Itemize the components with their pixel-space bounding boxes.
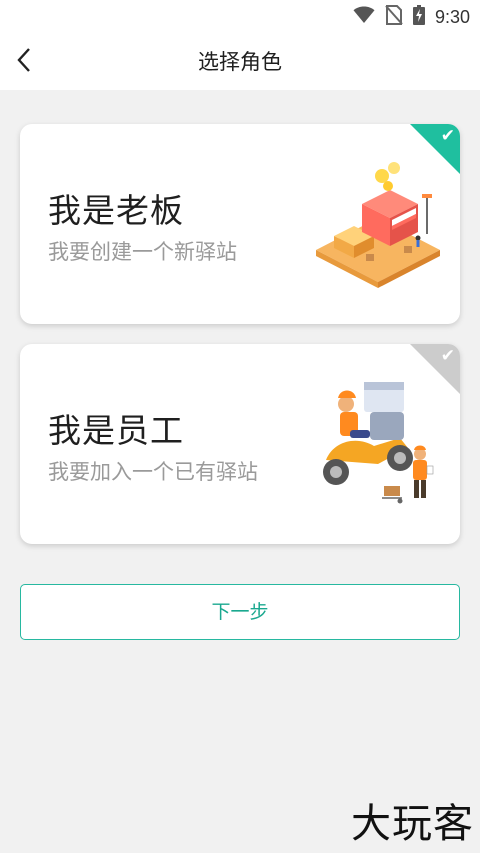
next-button[interactable]: 下一步 [20,584,460,640]
status-bar: 9:30 [0,0,480,34]
role-title: 我是老板 [48,191,184,230]
courier-illustration [308,374,448,514]
no-sim-icon [385,5,403,29]
role-card-owner[interactable]: 我是老板 我要创建一个新驿站 ✔ [20,124,460,324]
status-icons: 9:30 [353,4,470,30]
page-title: 选择角色 [198,50,282,74]
chevron-left-icon [16,47,32,77]
role-title: 我是员工 [48,411,184,450]
watermark-logo: 大玩客 [351,801,474,847]
role-subtitle: 我要加入一个已有驿站 [48,460,258,484]
role-card-staff[interactable]: 我是员工 我要加入一个已有驿站 ✔ [20,344,460,544]
back-button[interactable] [4,42,44,82]
app-bar: 选择角色 [0,34,480,90]
battery-charging-icon [412,5,425,29]
role-subtitle: 我要创建一个新驿站 [48,240,237,264]
wifi-icon [353,6,375,28]
check-icon: ✔ [440,126,455,146]
check-icon: ✔ [440,346,455,366]
status-time: 9:30 [434,6,470,27]
shop-illustration [308,154,448,294]
